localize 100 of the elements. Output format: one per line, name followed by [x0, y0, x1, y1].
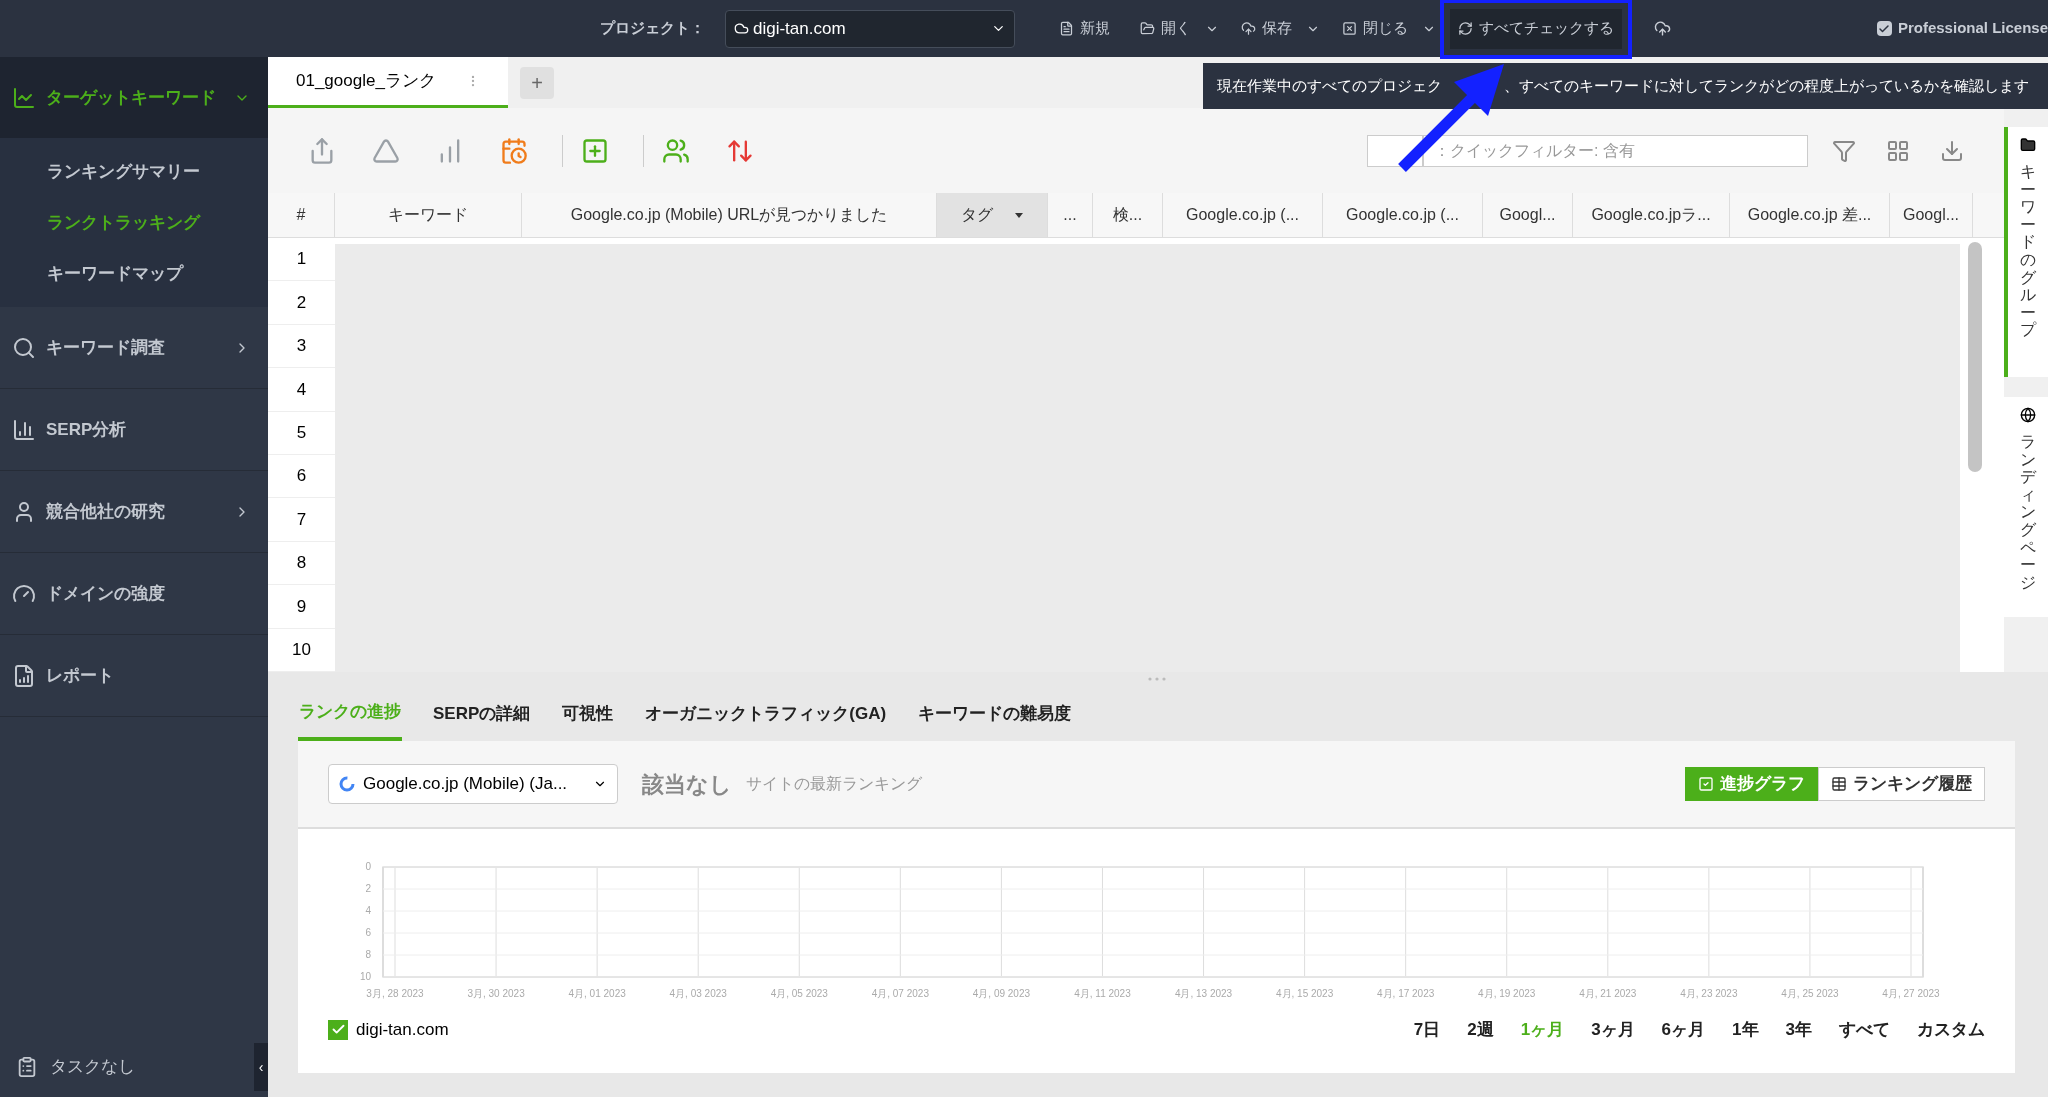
view-toggle[interactable]: ランキング履歴	[1818, 767, 1985, 801]
column-header[interactable]: 検...	[1093, 193, 1163, 237]
menu-button[interactable]: すべてチェックする	[1450, 8, 1622, 49]
cloud-upload-icon[interactable]	[1654, 20, 1671, 37]
search-icon	[12, 335, 36, 360]
chart-check-icon	[1698, 776, 1714, 792]
range-button[interactable]: 6ヶ月	[1661, 1017, 1706, 1043]
license-label: Professional License	[1897, 18, 2048, 39]
collapse-button[interactable]: ‹	[254, 1043, 268, 1091]
column-header[interactable]: Google.co.jp (...	[1323, 193, 1483, 237]
x-tick-label: 4月, 23 2023	[1680, 988, 1738, 999]
refresh-icon	[1458, 21, 1473, 36]
menu-button[interactable]: 保存	[1233, 8, 1300, 49]
tooltip-text: 、すべてのキーワードに対してランクがどの程度上がっているかを確認します	[1504, 75, 2029, 96]
folder-icon	[2020, 137, 2036, 153]
x-tick-label: 3月, 30 2023	[467, 988, 526, 999]
column-header[interactable]: Google.co.jp 差...	[1730, 193, 1890, 237]
project-select[interactable]: digi-tan.com	[725, 9, 1015, 48]
column-header[interactable]: ...	[1048, 193, 1093, 237]
column-header[interactable]: Googl...	[1890, 193, 1973, 237]
y-tick-label: 8	[365, 949, 372, 960]
triangle-icon	[372, 136, 400, 165]
quick-filter-field[interactable]: ：クイックフィルター: 含有	[1423, 134, 1808, 167]
x-tick-label: 4月, 13 2023	[1174, 988, 1233, 999]
sidebar-item[interactable]: キーワード調査	[0, 307, 268, 388]
x-tick-label: 4月, 09 2023	[972, 988, 1031, 999]
sidebar-item[interactable]: レポート	[0, 635, 268, 716]
sidebar-subitem[interactable]: ランクトラッキング	[0, 197, 268, 248]
range-button[interactable]: 3年	[1785, 1017, 1812, 1043]
y-tick-label: 4	[365, 905, 372, 916]
document-icon	[1059, 21, 1074, 36]
sort-caret-icon	[1015, 212, 1023, 218]
project-label: プロジェクト：	[600, 18, 705, 39]
add-icon	[581, 136, 609, 165]
folder-icon	[1140, 21, 1155, 36]
sidebar-subitem[interactable]: キーワードマップ	[0, 248, 268, 299]
x-tick-label: 4月, 11 2023	[1074, 988, 1132, 999]
check-icon	[1878, 22, 1891, 35]
x-tick-label: 4月, 25 2023	[1781, 988, 1839, 999]
task-status: タスクなし	[50, 1056, 136, 1079]
x-tick-label: 4月, 19 2023	[1478, 988, 1536, 999]
column-header[interactable]: Google.co.jp (...	[1163, 193, 1323, 237]
y-tick-label: 2	[365, 883, 372, 894]
side-panel-tab[interactable]: ランディングページ	[2004, 397, 2048, 617]
x-tick-label: 4月, 27 2023	[1882, 988, 1941, 999]
sidebar-item[interactable]: ドメインの強度	[0, 553, 268, 634]
bottom-tab[interactable]: キーワードの難易度	[917, 686, 1073, 741]
column-header[interactable]: Googl...	[1483, 193, 1573, 237]
add-tab-button[interactable]: +	[520, 67, 554, 99]
side-panel-tab[interactable]: キーワードのグループ	[2004, 127, 2048, 377]
table-icon	[1831, 776, 1847, 792]
x-tick-label: 4月, 21 2023	[1579, 988, 1637, 999]
range-button[interactable]: すべて	[1839, 1017, 1890, 1043]
bar-chart-icon	[12, 417, 36, 442]
column-header[interactable]: Google.co.jpラ...	[1573, 193, 1730, 237]
range-button[interactable]: 7日	[1413, 1017, 1441, 1043]
tooltip-text: 現在作業中のすべてのプロジェク	[1217, 75, 1442, 96]
column-header[interactable]: #	[268, 193, 335, 237]
license-checkbox[interactable]	[1876, 21, 1892, 36]
sidebar-item[interactable]: ターゲットキーワード	[0, 57, 268, 138]
task-list-icon	[16, 1056, 38, 1078]
cloud-icon	[734, 21, 749, 36]
legend-label: digi-tan.com	[356, 1019, 449, 1041]
menu-button[interactable]: 開く	[1132, 8, 1199, 49]
x-tick-label: 4月, 17 2023	[1377, 988, 1435, 999]
bottom-tab[interactable]: SERPの詳細	[432, 686, 532, 741]
sidebar-item[interactable]: 競合他社の研究	[0, 471, 268, 552]
range-button[interactable]: 2週	[1467, 1017, 1494, 1043]
menu-button[interactable]: 閉じる	[1334, 8, 1416, 49]
download-icon[interactable]	[1940, 138, 1964, 163]
x-tick-label: 4月, 07 2023	[871, 988, 930, 999]
close-box-icon	[1342, 21, 1357, 36]
y-tick-label: 0	[365, 861, 372, 872]
document-tab[interactable]: 01_google_ランク	[268, 57, 508, 108]
y-tick-label: 10	[359, 971, 372, 982]
x-tick-label: 4月, 05 2023	[770, 988, 829, 999]
sidebar-subitem[interactable]: ランキングサマリー	[0, 146, 268, 197]
range-button[interactable]: カスタム	[1917, 1017, 1985, 1043]
menu-button[interactable]: 新規	[1051, 8, 1118, 49]
range-button[interactable]: 3ヶ月	[1591, 1017, 1635, 1043]
status-note: サイトの最新ランキング	[746, 774, 922, 794]
bottom-tab[interactable]: オーガニックトラフィック(GA)	[644, 686, 888, 741]
scrollbar[interactable]	[1968, 242, 1982, 472]
legend-checkbox[interactable]	[328, 1019, 348, 1040]
calendar-icon	[500, 136, 528, 165]
status-text: 該当なし	[642, 770, 732, 799]
sidebar-item[interactable]: SERP分析	[0, 389, 268, 470]
engine-select[interactable]: Google.co.jp (Mobile) (Ja...	[328, 764, 618, 804]
range-button[interactable]: 1年	[1732, 1017, 1759, 1043]
column-header[interactable]: タグ	[937, 193, 1048, 237]
x-tick-label: 3月, 28 2023	[366, 988, 425, 999]
globe-icon	[2020, 407, 2036, 423]
report-icon	[12, 663, 36, 688]
bottom-tab[interactable]: 可視性	[561, 686, 615, 741]
users-icon	[662, 136, 690, 165]
column-header[interactable]: キーワード	[335, 193, 522, 237]
line-chart-icon	[12, 85, 36, 110]
grid-icon[interactable]	[1886, 138, 1910, 163]
google-icon	[339, 776, 355, 792]
filter-icon[interactable]	[1832, 138, 1856, 163]
